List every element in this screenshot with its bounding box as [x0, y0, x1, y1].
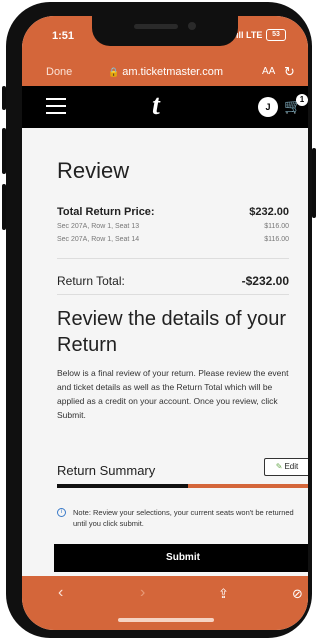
status-time: 1:51	[52, 30, 75, 42]
seat-label: Sec 207A, Row 1, Seat 14	[57, 236, 140, 243]
power-button	[312, 148, 316, 218]
cart-count-badge: 1	[296, 94, 308, 106]
seat-label: Sec 207A, Row 1, Seat 13	[57, 223, 140, 230]
url-field[interactable]: 🔒 am.ticketmaster.com	[108, 66, 223, 78]
submit-button[interactable]: Submit	[54, 544, 308, 572]
return-total-value: -$232.00	[241, 274, 289, 288]
signal-indicator: ıll LTE	[236, 30, 263, 40]
account-avatar[interactable]: J	[258, 97, 278, 117]
text-size-button[interactable]: AA	[262, 66, 275, 77]
battery-icon: 53	[266, 29, 286, 41]
volume-up-button	[2, 128, 6, 174]
volume-down-button	[2, 184, 6, 230]
phone-frame: 1:51 ıll LTE 53 Done 🔒 am.ticketmaster.co…	[2, 2, 316, 638]
return-total-label: Return Total:	[57, 274, 125, 288]
details-heading: Review the details of your Return	[57, 308, 287, 356]
return-summary-title: Return Summary	[57, 463, 156, 478]
back-icon[interactable]: ‹	[58, 584, 63, 602]
edit-label: Edit	[284, 462, 299, 471]
camera	[188, 22, 196, 30]
summary-progress-bar	[57, 484, 308, 488]
details-description: Below is a final review of your return. …	[57, 368, 289, 420]
note-text: Note: Review your selections, your curre…	[73, 508, 294, 528]
divider	[57, 294, 289, 295]
progress-fill	[57, 484, 188, 488]
app-header: t J 🛒 1	[22, 86, 308, 128]
done-button[interactable]: Done	[46, 66, 72, 78]
lock-icon: 🔒	[108, 67, 120, 77]
mute-switch	[2, 86, 6, 110]
seat-price: $116.00	[264, 236, 289, 243]
hamburger-menu-icon[interactable]	[46, 98, 66, 114]
browser-address-bar: Done 🔒 am.ticketmaster.com AA ↻	[22, 60, 308, 86]
speaker	[134, 24, 178, 29]
home-indicator	[118, 618, 214, 622]
forward-icon[interactable]: ›	[140, 584, 145, 602]
main-content: Review Total Return Price: $232.00 Sec 2…	[22, 128, 308, 576]
share-icon[interactable]: ⇪	[218, 586, 229, 602]
seat-price: $116.00	[264, 223, 289, 230]
compass-icon[interactable]: ⊘	[292, 586, 303, 602]
edit-button[interactable]: ✎ Edit	[264, 458, 308, 476]
total-return-price-label: Total Return Price:	[57, 206, 155, 218]
info-icon: i	[57, 508, 66, 517]
url-text: am.ticketmaster.com	[122, 66, 224, 78]
browser-toolbar: ‹ › ⇪ ⊘	[22, 576, 308, 630]
notch	[92, 16, 238, 46]
total-return-price-value: $232.00	[249, 206, 289, 218]
reload-icon[interactable]: ↻	[284, 64, 295, 80]
page-title: Review	[57, 158, 130, 183]
phone-screen: 1:51 ıll LTE 53 Done 🔒 am.ticketmaster.co…	[22, 16, 308, 630]
ticketmaster-logo[interactable]: t	[152, 90, 160, 122]
pencil-icon: ✎	[275, 462, 283, 471]
divider	[57, 258, 289, 259]
